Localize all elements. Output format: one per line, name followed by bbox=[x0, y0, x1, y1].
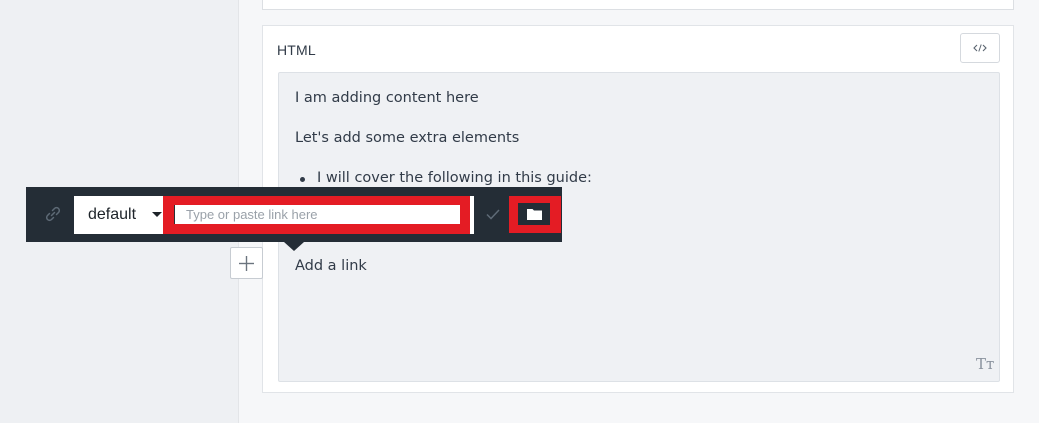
link-style-select[interactable]: default bbox=[74, 196, 166, 234]
browse-pages-button[interactable] bbox=[518, 203, 550, 225]
plus-icon bbox=[239, 255, 254, 271]
previous-block-card bbox=[262, 0, 1014, 10]
editor-paragraph[interactable]: Add a link bbox=[295, 258, 367, 274]
code-icon bbox=[973, 44, 987, 52]
editor-bullet-item[interactable]: I will cover the following in this guide… bbox=[300, 170, 592, 186]
editor-paragraph[interactable]: Let's add some extra elements bbox=[295, 130, 519, 146]
chevron-down-icon bbox=[152, 212, 162, 217]
link-icon bbox=[45, 206, 61, 222]
folder-icon bbox=[526, 209, 542, 220]
editor-paragraph[interactable]: I am adding content here bbox=[295, 90, 479, 106]
text-format-icon[interactable]: Tт bbox=[976, 355, 994, 373]
code-view-button[interactable] bbox=[960, 33, 1000, 63]
add-block-button[interactable] bbox=[230, 247, 263, 279]
link-url-input[interactable] bbox=[174, 205, 460, 224]
link-toolbar: default bbox=[26, 187, 562, 251]
browse-button-highlight bbox=[509, 196, 561, 233]
check-icon[interactable] bbox=[485, 207, 501, 221]
card-title: HTML bbox=[277, 42, 316, 58]
link-style-value: default bbox=[88, 206, 137, 223]
toolbar-pointer bbox=[284, 242, 304, 251]
link-input-highlight bbox=[163, 196, 474, 234]
input-edge bbox=[470, 196, 474, 234]
